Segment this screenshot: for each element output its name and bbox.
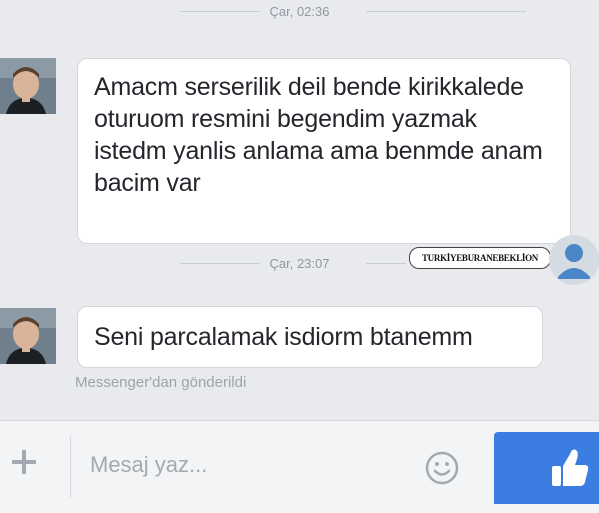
timestamp: Çar, 02:36 bbox=[269, 4, 330, 19]
avatar[interactable] bbox=[0, 58, 56, 114]
timestamp-divider: Çar, 02:36 bbox=[0, 2, 599, 22]
profile-photo-icon bbox=[0, 58, 56, 114]
sent-via-label: Messenger'dan gönderildi bbox=[75, 374, 247, 391]
profile-photo-icon bbox=[0, 308, 56, 364]
smiley-icon[interactable] bbox=[424, 450, 460, 486]
message-input[interactable]: Mesaj yaz... bbox=[90, 452, 207, 478]
plus-icon[interactable] bbox=[10, 448, 38, 476]
watermark-label: TURKİYEBURANEBEKLİON bbox=[409, 247, 551, 269]
like-button[interactable] bbox=[494, 432, 599, 504]
thumbs-up-icon bbox=[552, 449, 589, 486]
avatar[interactable] bbox=[0, 308, 56, 364]
default-user-icon bbox=[549, 231, 599, 289]
message-bubble[interactable]: Amacm serserilik deil bende kirikkalede … bbox=[77, 58, 571, 244]
message-text: Amacm serserilik deil bende kirikkalede … bbox=[94, 73, 543, 197]
message-bubble[interactable]: Seni parcalamak isdiorm btanemm bbox=[77, 306, 543, 368]
divider bbox=[70, 436, 71, 498]
message-text: Seni parcalamak isdiorm btanemm bbox=[94, 323, 473, 351]
